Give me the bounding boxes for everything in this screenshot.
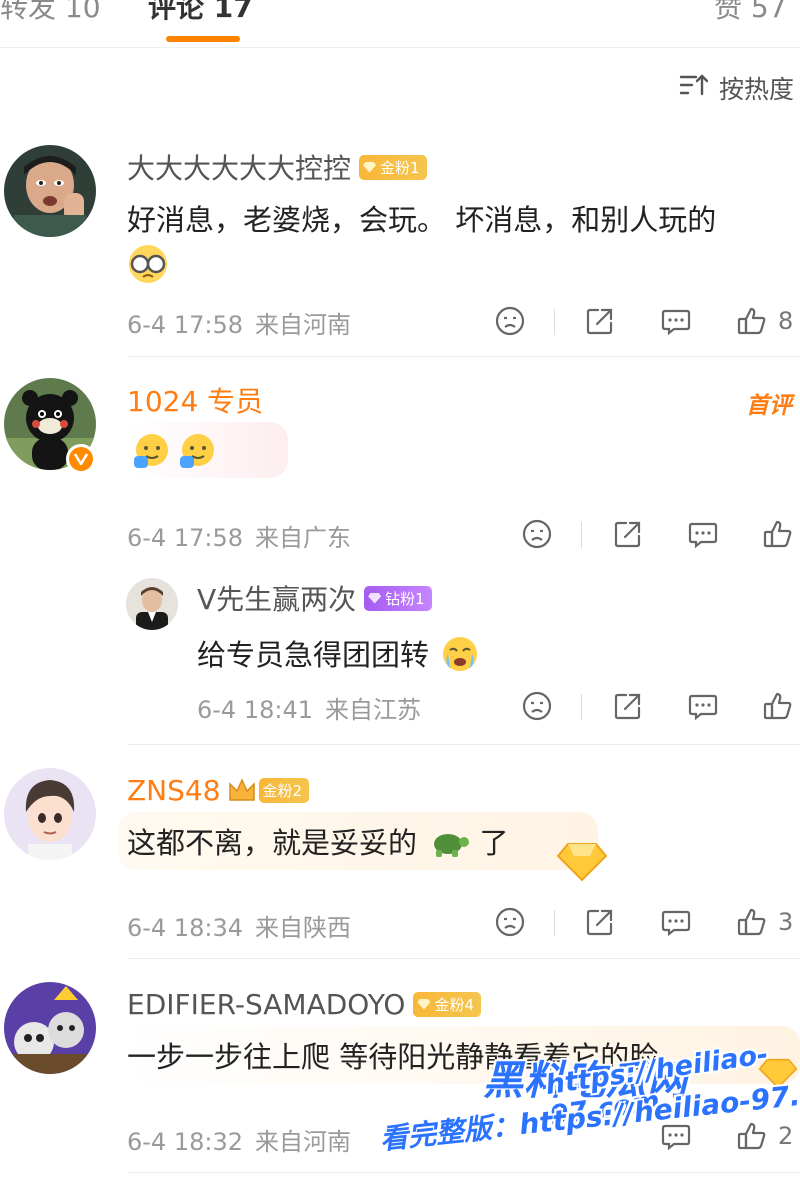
dislike-face-icon[interactable] [521, 690, 553, 722]
comment-actions: 8 [494, 305, 800, 345]
avatar[interactable] [4, 982, 96, 1074]
salute-emoji-icon [178, 430, 218, 474]
verified-badge-icon [66, 444, 96, 474]
turtle-emoji-icon [426, 824, 470, 867]
comment-header: EDIFIER-SAMADOYO 金粉4 [127, 984, 481, 1024]
reply-date: 6-4 18:41 [197, 696, 313, 724]
reply-text-row: 给专员急得团团转 [197, 632, 482, 681]
comment-meta: 6-4 17:58 来自广东 [127, 518, 351, 553]
action-divider [581, 694, 582, 720]
crown-icon [227, 776, 257, 804]
reply-avatar[interactable] [126, 578, 178, 630]
share-icon[interactable] [612, 690, 644, 722]
like-count: 3 [778, 908, 794, 936]
fan-badge: 钻粉1 [364, 585, 432, 611]
gem-icon [417, 998, 431, 1010]
comment-actions: 3 [494, 906, 800, 946]
like-thumb-icon[interactable] [736, 906, 768, 938]
fan-badge: 金粉1 [359, 154, 427, 180]
comment-header: 大大大大大大控控 金粉1 [127, 147, 427, 187]
comment-divider [127, 1172, 800, 1173]
reply-username[interactable]: V先生赢两次 [197, 578, 356, 618]
action-divider [554, 910, 555, 936]
comment-location: 来自河南 [255, 311, 351, 339]
sort-label: 按热度 [718, 75, 794, 104]
gem-icon [363, 161, 377, 173]
comment-divider [127, 958, 800, 959]
badge-label: 金粉4 [434, 995, 474, 1014]
comment-actions [521, 518, 800, 558]
like-thumb-icon[interactable] [736, 305, 768, 337]
badge-label: 金粉1 [380, 158, 420, 177]
comment-text-end: 了 [479, 826, 509, 860]
avatar[interactable] [4, 768, 96, 860]
comment-text: 好消息，老婆烧，会玩。 坏消息，和别人玩的 [127, 203, 717, 237]
username[interactable]: 大大大大大大控控 [127, 147, 351, 187]
action-divider [581, 522, 582, 548]
glasses-emoji-icon [127, 243, 169, 292]
reply-header: V先生赢两次 钻粉1 [197, 578, 432, 618]
gem-icon [368, 592, 382, 604]
comment-meta: 6-4 17:58 来自河南 [127, 305, 351, 340]
gold-gem-decoration-icon [556, 838, 608, 886]
reply-icon[interactable] [660, 906, 692, 938]
username[interactable]: ZNS48 [127, 774, 221, 807]
sort-icon [679, 73, 719, 103]
username[interactable]: 1024 专员 [127, 380, 263, 420]
dislike-face-icon[interactable] [494, 305, 526, 337]
active-tab-indicator [166, 36, 240, 42]
comment-meta: 6-4 18:34 来自陕西 [127, 908, 351, 943]
like-thumb-icon[interactable] [736, 1120, 768, 1152]
first-comment-tag: 首评 [746, 393, 792, 419]
comment-tabs: 转发 10 评论 17 赞 57 [0, 0, 800, 48]
dislike-face-icon[interactable] [521, 518, 553, 550]
share-icon[interactable] [584, 305, 616, 337]
comment-location: 来自河南 [255, 1128, 351, 1156]
badge-label: 金粉2 [262, 781, 303, 800]
reply-location: 来自江苏 [325, 696, 421, 724]
reply-item: V先生赢两次 钻粉1 给专员急得团团转 6-4 18:41 来自江苏 [0, 574, 800, 734]
reply-icon[interactable] [687, 690, 719, 722]
avatar[interactable] [4, 145, 96, 237]
like-count: 2 [778, 1122, 794, 1150]
tab-repost[interactable]: 转发 10 [0, 0, 101, 26]
tab-comments[interactable]: 评论 17 [148, 0, 253, 26]
badge-label: 钻粉1 [385, 589, 425, 608]
reply-icon[interactable] [660, 305, 692, 337]
comment-date: 6-4 18:32 [127, 1128, 243, 1156]
fan-badge: 金粉2 [258, 777, 310, 803]
action-divider [554, 309, 555, 335]
emoji-bubble [126, 422, 288, 478]
crying-emoji-icon [438, 634, 482, 681]
comment-header: ZNS48 金粉2 [127, 770, 310, 810]
share-icon[interactable] [612, 518, 644, 550]
reply-meta: 6-4 18:41 来自江苏 [197, 690, 421, 725]
comment-date: 6-4 17:58 [127, 524, 243, 552]
comment-text-row: 这都不离，就是妥妥的 了 [127, 820, 508, 867]
salute-emoji-icon [132, 430, 172, 474]
share-icon[interactable] [584, 906, 616, 938]
comment-date: 6-4 17:58 [127, 311, 243, 339]
reply-actions [521, 690, 800, 730]
comment-emoji-row [127, 243, 169, 292]
like-thumb-icon[interactable] [762, 518, 794, 550]
comment-location: 来自陕西 [255, 914, 351, 942]
comment-meta: 6-4 18:32 来自河南 [127, 1122, 351, 1157]
tab-likes[interactable]: 赞 57 [714, 0, 787, 26]
comment-divider [127, 744, 800, 745]
reply-icon[interactable] [687, 518, 719, 550]
fan-badge: 金粉4 [413, 991, 481, 1017]
reply-text: 给专员急得团团转 [197, 638, 430, 672]
comment-divider [127, 356, 800, 357]
comment-location: 来自广东 [255, 524, 351, 552]
dislike-face-icon[interactable] [494, 906, 526, 938]
like-count: 8 [778, 307, 794, 335]
comment-text: 这都不离，就是妥妥的 [127, 826, 418, 860]
like-thumb-icon[interactable] [762, 690, 794, 722]
sort-button[interactable]: 按热度 [679, 70, 794, 106]
username[interactable]: EDIFIER-SAMADOYO [127, 988, 405, 1021]
comment-header: 1024 专员 [127, 380, 263, 420]
comment-date: 6-4 18:34 [127, 914, 243, 942]
